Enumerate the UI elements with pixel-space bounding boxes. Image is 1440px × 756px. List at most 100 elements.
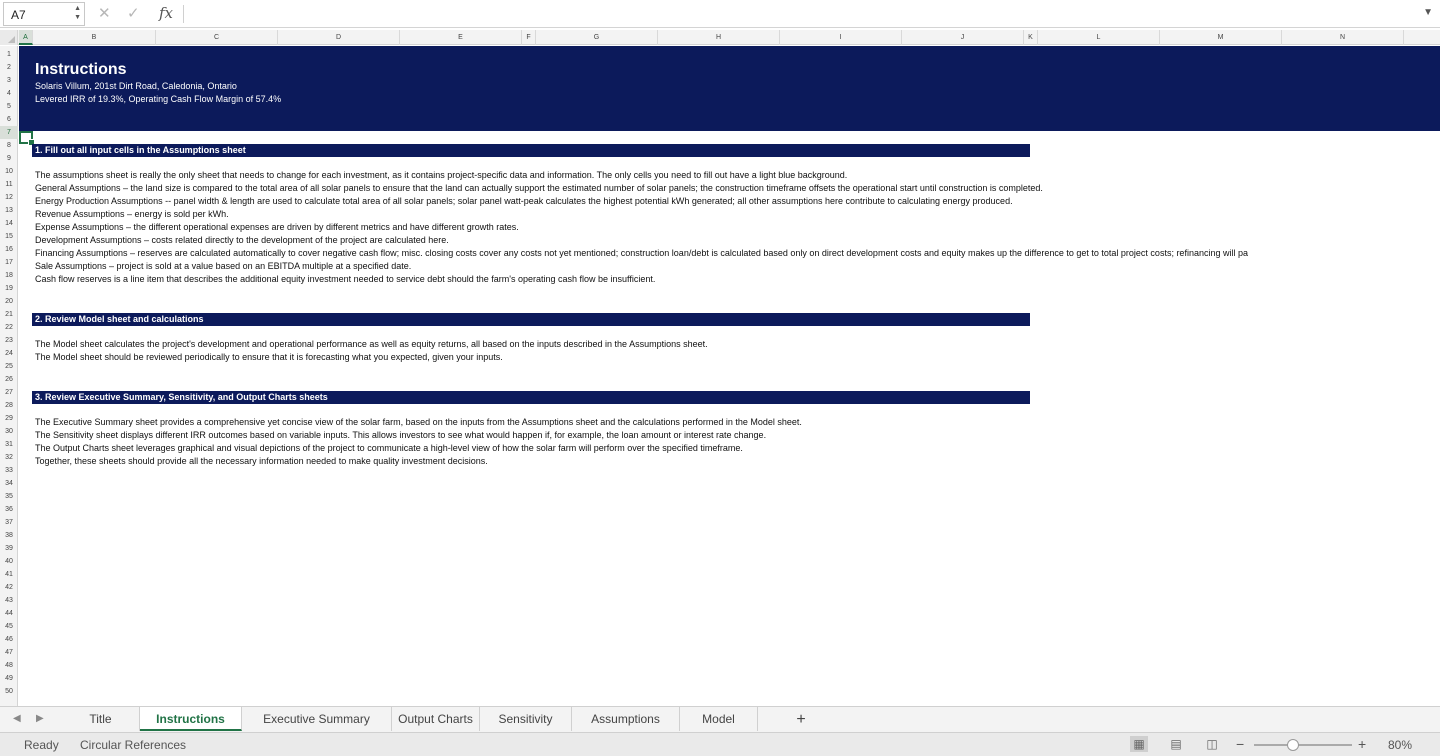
function-icon[interactable]: fx [159, 4, 173, 22]
column-header-i[interactable]: I [780, 30, 902, 45]
column-header-n[interactable]: N [1282, 30, 1404, 45]
row-header-9[interactable]: 9 [0, 152, 18, 165]
row-header-14[interactable]: 14 [0, 217, 18, 230]
sheet-tab-assumptions[interactable]: Assumptions [572, 707, 680, 731]
row-header-19[interactable]: 19 [0, 282, 18, 295]
page-layout-view-icon[interactable]: ▤ [1167, 736, 1185, 752]
column-header-l[interactable]: L [1038, 30, 1160, 45]
row-header-49[interactable]: 49 [0, 672, 18, 685]
row-header-43[interactable]: 43 [0, 594, 18, 607]
zoom-in-button[interactable]: + [1358, 736, 1366, 752]
row-header-42[interactable]: 42 [0, 581, 18, 594]
row-header-4[interactable]: 4 [0, 87, 18, 100]
row-header-2[interactable]: 2 [0, 61, 18, 74]
section-header-3: 3. Review Executive Summary, Sensitivity… [32, 391, 1030, 404]
row-header-34[interactable]: 34 [0, 477, 18, 490]
row-header-16[interactable]: 16 [0, 243, 18, 256]
row-header-24[interactable]: 24 [0, 347, 18, 360]
row-header-29[interactable]: 29 [0, 412, 18, 425]
row-header-35[interactable]: 35 [0, 490, 18, 503]
row-header-47[interactable]: 47 [0, 646, 18, 659]
row-header-27[interactable]: 27 [0, 386, 18, 399]
row-header-8[interactable]: 8 [0, 139, 18, 152]
sheet-tab-instructions[interactable]: Instructions [140, 707, 242, 731]
zoom-slider-thumb[interactable] [1287, 739, 1299, 751]
row-header-41[interactable]: 41 [0, 568, 18, 581]
column-header-k[interactable]: K [1024, 30, 1038, 45]
active-cell-a7[interactable] [19, 131, 35, 146]
select-all-button[interactable] [0, 30, 18, 45]
row-header-45[interactable]: 45 [0, 620, 18, 633]
row-header-11[interactable]: 11 [0, 178, 18, 191]
row-header-36[interactable]: 36 [0, 503, 18, 516]
row-header-18[interactable]: 18 [0, 269, 18, 282]
row-header-46[interactable]: 46 [0, 633, 18, 646]
zoom-level[interactable]: 80% [1388, 738, 1412, 752]
row-header-31[interactable]: 31 [0, 438, 18, 451]
column-header-g[interactable]: G [536, 30, 658, 45]
instruction-line: The Model sheet should be reviewed perio… [35, 352, 503, 362]
column-header-row: ABCDEFGHIJKLMN [0, 30, 1440, 45]
row-header-7[interactable]: 7 [0, 126, 18, 139]
row-header-5[interactable]: 5 [0, 100, 18, 113]
column-header-d[interactable]: D [278, 30, 400, 45]
column-header-a[interactable]: A [19, 30, 33, 45]
column-header-c[interactable]: C [156, 30, 278, 45]
column-header-f[interactable]: F [522, 30, 536, 45]
sheet-tab-executive-summary[interactable]: Executive Summary [242, 707, 392, 731]
row-header-50[interactable]: 50 [0, 685, 18, 698]
row-header-17[interactable]: 17 [0, 256, 18, 269]
row-header-26[interactable]: 26 [0, 373, 18, 386]
row-header-48[interactable]: 48 [0, 659, 18, 672]
row-header-1[interactable]: 1 [0, 48, 18, 61]
column-header-m[interactable]: M [1160, 30, 1282, 45]
formula-bar: A7 ▲ ▼ ✕ ✓ fx ▼ [0, 0, 1440, 28]
chevron-down-icon[interactable]: ▼ [1423, 7, 1433, 18]
row-header-23[interactable]: 23 [0, 334, 18, 347]
column-header-h[interactable]: H [658, 30, 780, 45]
row-header-38[interactable]: 38 [0, 529, 18, 542]
worksheet-grid[interactable]: Instructions Solaris Villum, 201st Dirt … [19, 46, 1440, 706]
row-header-3[interactable]: 3 [0, 74, 18, 87]
return-metrics: Levered IRR of 19.3%, Operating Cash Flo… [35, 94, 282, 104]
add-sheet-button[interactable]: + [786, 710, 816, 730]
zoom-out-button[interactable]: − [1236, 736, 1244, 752]
row-header-22[interactable]: 22 [0, 321, 18, 334]
row-header-25[interactable]: 25 [0, 360, 18, 373]
sheet-tab-sensitivity[interactable]: Sensitivity [480, 707, 572, 731]
name-box-spinner-icon[interactable]: ▲ ▼ [74, 4, 81, 22]
previous-sheet-icon[interactable]: ◀ [13, 713, 21, 724]
confirm-icon[interactable]: ✓ [127, 4, 140, 22]
row-header-44[interactable]: 44 [0, 607, 18, 620]
row-header-40[interactable]: 40 [0, 555, 18, 568]
column-header-j[interactable]: J [902, 30, 1024, 45]
row-header-15[interactable]: 15 [0, 230, 18, 243]
normal-view-icon[interactable]: ▦ [1130, 736, 1148, 752]
row-header-30[interactable]: 30 [0, 425, 18, 438]
column-header-e[interactable]: E [400, 30, 522, 45]
row-header-20[interactable]: 20 [0, 295, 18, 308]
row-header-13[interactable]: 13 [0, 204, 18, 217]
sheet-tab-output-charts[interactable]: Output Charts [392, 707, 480, 731]
sheet-tab-title[interactable]: Title [62, 707, 140, 731]
cancel-icon[interactable]: ✕ [98, 4, 111, 22]
instruction-line: Revenue Assumptions – energy is sold per… [35, 209, 229, 219]
sheet-tab-model[interactable]: Model [680, 707, 758, 731]
row-header-39[interactable]: 39 [0, 542, 18, 555]
row-header-10[interactable]: 10 [0, 165, 18, 178]
row-header-21[interactable]: 21 [0, 308, 18, 321]
formula-input[interactable] [190, 6, 1410, 22]
page-break-view-icon[interactable]: ◫ [1203, 736, 1221, 752]
row-header-37[interactable]: 37 [0, 516, 18, 529]
next-sheet-icon[interactable]: ▶ [36, 713, 44, 724]
zoom-slider[interactable] [1254, 744, 1352, 746]
row-header-32[interactable]: 32 [0, 451, 18, 464]
column-header-b[interactable]: B [33, 30, 156, 45]
row-header-28[interactable]: 28 [0, 399, 18, 412]
row-header-6[interactable]: 6 [0, 113, 18, 126]
row-header-12[interactable]: 12 [0, 191, 18, 204]
instruction-line: Energy Production Assumptions -- panel w… [35, 196, 1013, 206]
name-box[interactable]: A7 ▲ ▼ [3, 2, 85, 26]
row-header-33[interactable]: 33 [0, 464, 18, 477]
status-circular-references[interactable]: Circular References [80, 738, 186, 752]
